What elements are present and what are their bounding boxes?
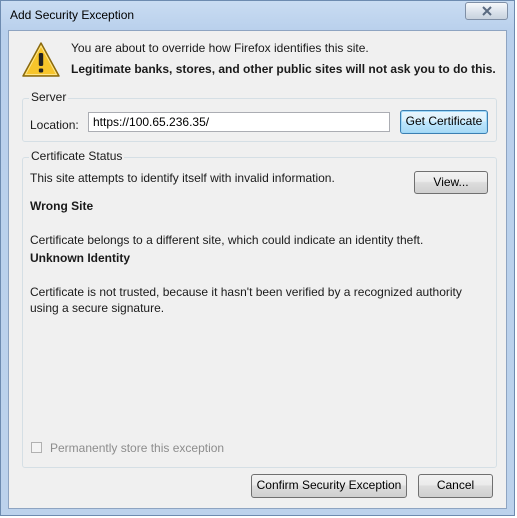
issue-description: Certificate is not trusted, because it h… xyxy=(30,285,462,315)
title-bar[interactable]: Add Security Exception xyxy=(1,1,514,31)
certificate-status-label: Certificate Status xyxy=(29,149,125,163)
dialog-window: Add Security Exception You are about to … xyxy=(0,0,515,516)
issue-title: Unknown Identity xyxy=(30,251,130,265)
location-label: Location: xyxy=(30,118,79,132)
issue-title: Wrong Site xyxy=(30,199,94,213)
confirm-security-exception-button[interactable]: Confirm Security Exception xyxy=(251,474,407,498)
issue-description: Certificate belongs to a different site,… xyxy=(30,233,424,247)
intro-message: You are about to override how Firefox id… xyxy=(71,41,369,55)
dialog-content: You are about to override how Firefox id… xyxy=(8,30,507,509)
close-button[interactable] xyxy=(465,2,508,20)
server-group: Server Location: Get Certificate xyxy=(22,90,497,142)
permanent-store-label: Permanently store this exception xyxy=(50,441,225,455)
status-summary: This site attempts to identify itself wi… xyxy=(30,171,335,185)
permanent-store-checkbox[interactable] xyxy=(31,442,42,453)
server-group-label: Server xyxy=(29,90,69,104)
close-icon xyxy=(482,6,492,16)
get-certificate-button[interactable]: Get Certificate xyxy=(400,110,488,134)
view-button[interactable]: View... xyxy=(414,171,488,194)
location-input[interactable] xyxy=(88,112,390,132)
cancel-button[interactable]: Cancel xyxy=(418,474,493,498)
window-title: Add Security Exception xyxy=(10,8,135,22)
warning-triangle-icon xyxy=(22,42,60,77)
certificate-status-group: Certificate Status This site attempts to… xyxy=(22,149,497,468)
intro-warning: Legitimate banks, stores, and other publ… xyxy=(71,62,496,76)
